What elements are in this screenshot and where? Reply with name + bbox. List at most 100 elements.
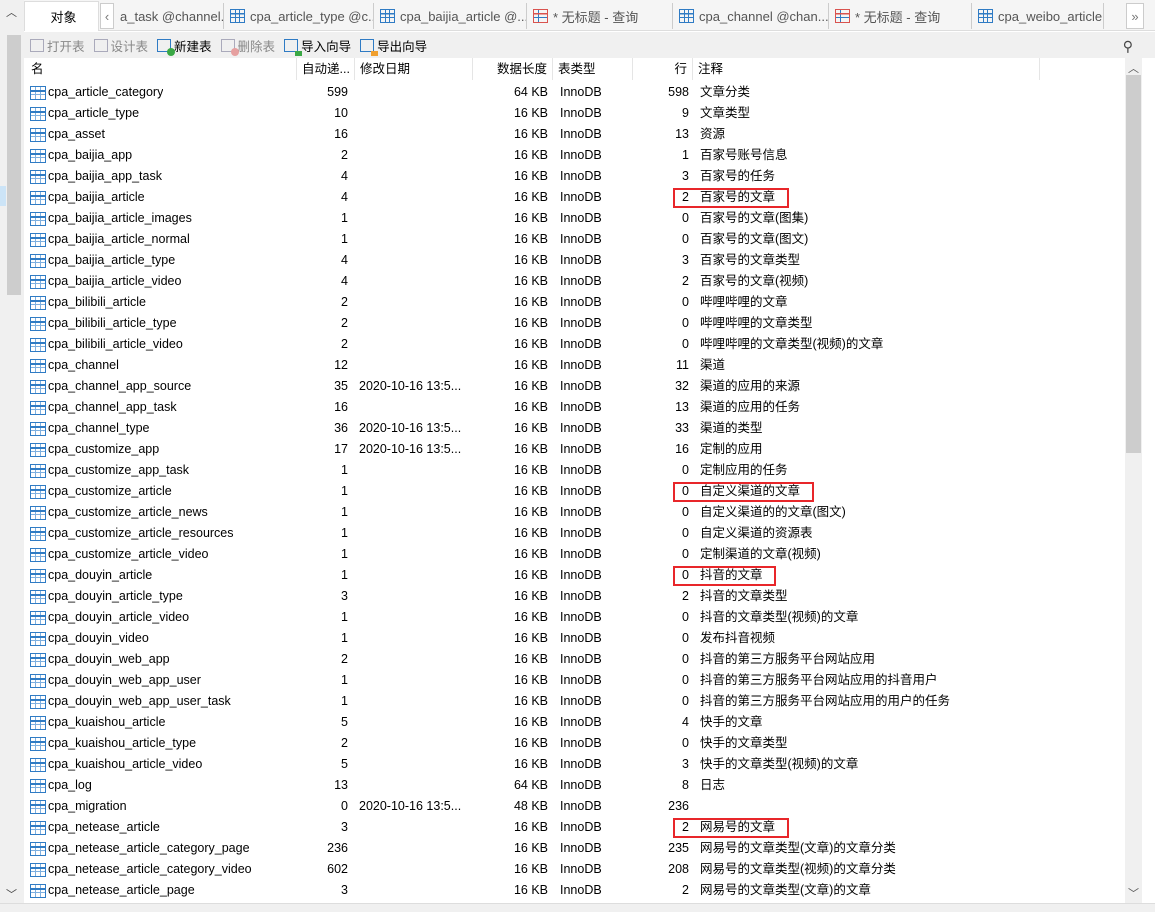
scrollbar-thumb[interactable] bbox=[1126, 75, 1141, 453]
table-row[interactable]: cpa_customize_article 1 16 KB InnoDB 0 自定义渠道的… bbox=[26, 481, 1125, 502]
table-icon bbox=[30, 316, 46, 331]
cell-comment: 哔哩哔哩的文章类型 bbox=[700, 316, 813, 330]
table-row[interactable]: cpa_baijia_article_video 4 16 KB InnoDB 2 百家号… bbox=[26, 271, 1125, 292]
tab-query[interactable]: * 无标题 - 查询 bbox=[529, 3, 673, 29]
table-row[interactable]: cpa_kuaishou_article 5 16 KB InnoDB 4 快手的文章 bbox=[26, 712, 1125, 733]
tab-scroll-right-button[interactable]: » bbox=[1126, 3, 1144, 29]
export-wizard-button[interactable]: 导出向导 bbox=[360, 36, 427, 56]
cell-date: 2020-10-16 13:5... bbox=[359, 799, 462, 813]
vertical-scrollbar[interactable]: ︿ ﹀ bbox=[1125, 58, 1142, 903]
table-row[interactable]: cpa_netease_article 3 16 KB InnoDB 2 网易号的文章 bbox=[26, 817, 1125, 838]
chevron-down-icon[interactable]: ﹀ bbox=[1128, 885, 1139, 901]
table-row[interactable]: cpa_baijia_article_normal 1 16 KB InnoDB 0 百家… bbox=[26, 229, 1125, 250]
table-row[interactable]: cpa_baijia_app_task 4 16 KB InnoDB 3 百家号的任务 bbox=[26, 166, 1125, 187]
new-table-button[interactable]: 新建表 bbox=[157, 36, 212, 56]
tab-table[interactable]: cpa_weibo_article ... bbox=[974, 3, 1104, 29]
chevron-down-icon[interactable]: ﹀ bbox=[6, 886, 17, 902]
table-row[interactable]: cpa_douyin_article_video 1 16 KB InnoDB 0 抖音的… bbox=[26, 607, 1125, 628]
table-icon bbox=[30, 694, 46, 709]
column-header-name[interactable]: 名 bbox=[26, 58, 297, 80]
table-row[interactable]: cpa_douyin_web_app 2 16 KB InnoDB 0 抖音的第三方服务平… bbox=[26, 649, 1125, 670]
table-row[interactable]: cpa_log 13 64 KB InnoDB 8 日志 bbox=[26, 775, 1125, 796]
scrollbar-thumb[interactable] bbox=[7, 35, 21, 295]
table-row[interactable]: cpa_asset 16 16 KB InnoDB 13 资源 bbox=[26, 124, 1125, 145]
cell-type: InnoDB bbox=[560, 190, 602, 204]
column-header-auto-increment[interactable]: 自动递... bbox=[297, 58, 355, 80]
cell-auto: 12 bbox=[334, 358, 348, 372]
cell-type: InnoDB bbox=[560, 463, 602, 477]
delete-table-label: 删除表 bbox=[237, 39, 276, 54]
table-icon bbox=[30, 652, 46, 667]
table-row[interactable]: cpa_customize_article_news 1 16 KB InnoDB 0 自… bbox=[26, 502, 1125, 523]
table-icon bbox=[978, 9, 993, 23]
table-row[interactable]: cpa_bilibili_article_video 2 16 KB InnoDB 0 哔… bbox=[26, 334, 1125, 355]
table-row[interactable]: cpa_baijia_article_type 4 16 KB InnoDB 3 百家号的… bbox=[26, 250, 1125, 271]
left-panel-scrollbar[interactable]: ︿ ﹀ bbox=[0, 0, 24, 912]
cell-rows: 0 bbox=[682, 463, 689, 477]
column-header-data-length[interactable]: 数据长度 bbox=[473, 58, 553, 80]
table-row[interactable]: cpa_baijia_app 2 16 KB InnoDB 1 百家号账号信息 bbox=[26, 145, 1125, 166]
cell-comment: 哔哩哔哩的文章 bbox=[700, 295, 788, 309]
table-row[interactable]: cpa_baijia_article_images 1 16 KB InnoDB 0 百家… bbox=[26, 208, 1125, 229]
table-icon bbox=[30, 757, 46, 772]
table-row[interactable]: cpa_customize_article_video 1 16 KB InnoDB 0… bbox=[26, 544, 1125, 565]
table-row[interactable]: cpa_channel 12 16 KB InnoDB 11 渠道 bbox=[26, 355, 1125, 376]
tab-scroll-left-button[interactable]: ‹ bbox=[100, 3, 114, 29]
import-wizard-label: 导入向导 bbox=[301, 39, 352, 54]
cell-name: cpa_baijia_article_type bbox=[30, 250, 175, 271]
cell-rows: 236 bbox=[668, 799, 689, 813]
cell-comment: 网易号的文章类型(视频)的文章分类 bbox=[700, 862, 896, 876]
tab-table[interactable]: a_task @channel... bbox=[116, 3, 224, 29]
chevron-up-icon[interactable]: ︿ bbox=[6, 4, 17, 20]
table-row[interactable]: cpa_channel_app_task 16 16 KB InnoDB 13 渠道的应用… bbox=[26, 397, 1125, 418]
cell-type: InnoDB bbox=[560, 379, 602, 393]
table-row[interactable]: cpa_kuaishou_article_type 2 16 KB InnoDB 0 快手… bbox=[26, 733, 1125, 754]
table-row[interactable]: cpa_kuaishou_article_video 5 16 KB InnoDB 3 快… bbox=[26, 754, 1125, 775]
design-table-button[interactable]: 设计表 bbox=[93, 36, 148, 55]
table-icon bbox=[30, 484, 46, 499]
tab-table[interactable]: cpa_baijia_article @... bbox=[376, 3, 527, 29]
tab-query[interactable]: * 无标题 - 查询 bbox=[831, 3, 972, 29]
tab-table[interactable]: cpa_article_type @c... bbox=[226, 3, 374, 29]
search-icon[interactable]: ⚲ bbox=[1123, 38, 1133, 55]
table-name: cpa_bilibili_article bbox=[48, 295, 146, 309]
table-row[interactable]: cpa_bilibili_article 2 16 KB InnoDB 0 哔哩哔哩的文章 bbox=[26, 292, 1125, 313]
cell-rows: 3 bbox=[682, 757, 689, 771]
table-row[interactable]: cpa_douyin_article_type 3 16 KB InnoDB 2 抖音的文… bbox=[26, 586, 1125, 607]
table-row[interactable]: cpa_baijia_article 4 16 KB InnoDB 2 百家号的文章 bbox=[26, 187, 1125, 208]
delete-table-button[interactable]: 删除表 bbox=[220, 36, 276, 56]
table-name: cpa_customize_article_news bbox=[48, 505, 208, 519]
table-row[interactable]: cpa_netease_article_category_page 236 16 K… bbox=[26, 838, 1125, 859]
table-row[interactable]: cpa_customize_app_task 1 16 KB InnoDB 0 定制应用的… bbox=[26, 460, 1125, 481]
table-row[interactable]: cpa_netease_article_category_video 602 16 … bbox=[26, 859, 1125, 880]
table-row[interactable]: cpa_customize_article_resources 1 16 KB Inn… bbox=[26, 523, 1125, 544]
cell-auto: 1 bbox=[341, 211, 348, 225]
table-row[interactable]: cpa_channel_app_source 35 2020-10-16 13:5.… bbox=[26, 376, 1125, 397]
cell-comment: 抖音的文章类型 bbox=[700, 589, 788, 603]
table-icon bbox=[30, 400, 46, 415]
table-row[interactable]: cpa_article_type 10 16 KB InnoDB 9 文章类型 bbox=[26, 103, 1125, 124]
table-row[interactable]: cpa_article_category 599 64 KB InnoDB 598 文章分… bbox=[26, 82, 1125, 103]
table-icon bbox=[30, 442, 46, 457]
table-row[interactable]: cpa_channel_type 36 2020-10-16 13:5... 16 K… bbox=[26, 418, 1125, 439]
cell-name: cpa_kuaishou_article_type bbox=[30, 733, 196, 754]
table-icon bbox=[30, 169, 46, 184]
tab-design[interactable]: cpa_channel @chan... bbox=[675, 3, 829, 29]
table-row[interactable]: cpa_douyin_web_app_user_task 1 16 KB InnoDB… bbox=[26, 691, 1125, 712]
column-header-modified-date[interactable]: 修改日期 bbox=[355, 58, 473, 80]
column-header-comment[interactable]: 注释 bbox=[693, 58, 1040, 80]
tab-objects[interactable]: 对象 bbox=[24, 1, 99, 31]
table-row[interactable]: cpa_customize_app 17 2020-10-16 13:5... 16 … bbox=[26, 439, 1125, 460]
table-row[interactable]: cpa_douyin_video 1 16 KB InnoDB 0 发布抖音视频 bbox=[26, 628, 1125, 649]
column-header-table-type[interactable]: 表类型 bbox=[553, 58, 633, 80]
table-row[interactable]: cpa_douyin_web_app_user 1 16 KB InnoDB 0 抖音的第… bbox=[26, 670, 1125, 691]
chevron-up-icon[interactable]: ︿ bbox=[1128, 60, 1139, 76]
table-row[interactable]: cpa_netease_article_page 3 16 KB InnoDB 2 网易号… bbox=[26, 880, 1125, 901]
import-wizard-button[interactable]: 导入向导 bbox=[284, 36, 352, 56]
table-row[interactable]: cpa_douyin_article 1 16 KB InnoDB 0 抖音的文章 bbox=[26, 565, 1125, 586]
cell-auto: 1 bbox=[341, 631, 348, 645]
table-row[interactable]: cpa_bilibili_article_type 2 16 KB InnoDB 0 哔哩… bbox=[26, 313, 1125, 334]
column-header-rows[interactable]: 行 bbox=[633, 58, 693, 80]
table-row[interactable]: cpa_migration 0 2020-10-16 13:5... 48 KB Inn… bbox=[26, 796, 1125, 817]
open-table-button[interactable]: 打开表 bbox=[30, 36, 85, 55]
